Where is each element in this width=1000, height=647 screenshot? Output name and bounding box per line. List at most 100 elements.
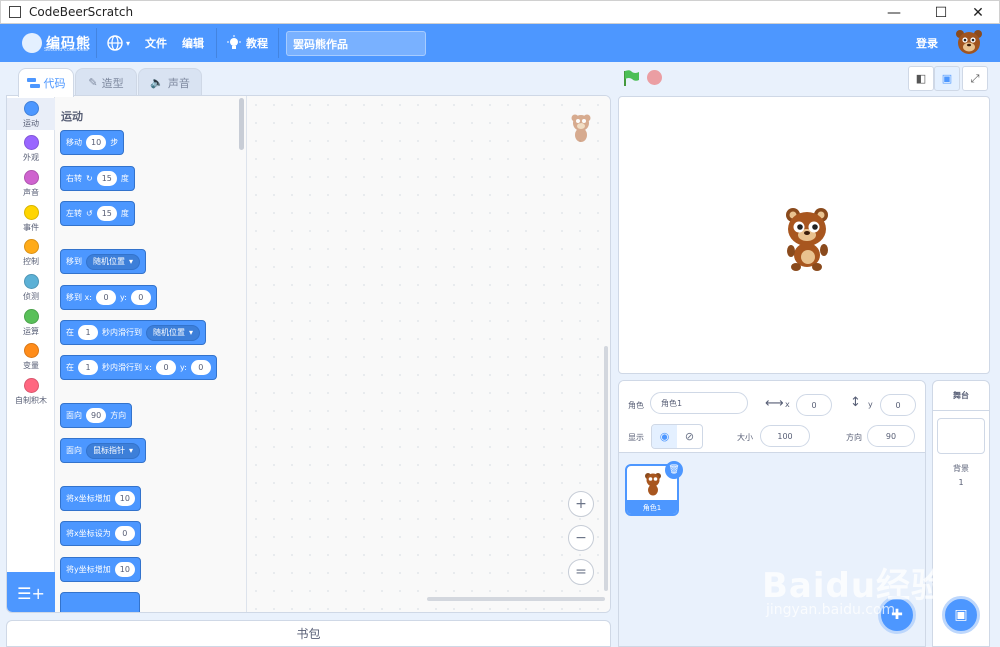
user-avatar[interactable] (955, 28, 983, 56)
rotate-right-icon: ↻ (86, 174, 93, 183)
category-variables[interactable]: 变量 (7, 343, 55, 371)
workspace-horizontal-scrollbar[interactable] (427, 597, 605, 601)
watermark-url: jingyan.baidu.com (766, 602, 896, 618)
block-dropdown[interactable]: 随机位置 (146, 324, 201, 341)
block-input[interactable]: 10 (86, 135, 107, 150)
block-input[interactable]: 0 (155, 360, 176, 375)
block-turn-right[interactable]: 右转 ↻ 15 度 (60, 166, 135, 191)
language-menu[interactable]: ▾ (106, 24, 130, 62)
direction-input[interactable]: 90 (867, 425, 915, 447)
app-icon (9, 6, 21, 18)
category-dot (23, 309, 39, 324)
edit-menu[interactable]: 编辑 (182, 24, 204, 62)
stage-header: ◧ ▣ ⤢ (618, 66, 990, 92)
block-dropdown[interactable]: 鼠标指针 (86, 442, 141, 459)
block-input[interactable]: 10 (114, 491, 135, 506)
trash-icon: 🗑 (668, 465, 680, 475)
project-title-input[interactable]: 罢码熊作品 (286, 31, 426, 56)
tab-sounds[interactable]: 🔈 声音 (138, 68, 202, 96)
minimize-button[interactable]: — (871, 1, 917, 25)
backdrops-count: 1 (958, 478, 964, 487)
show-sprite-button[interactable]: ◉ (652, 425, 677, 448)
paintbrush-icon: ✎ (88, 76, 98, 89)
block-goto-xy[interactable]: 移到 x: 0 y: 0 (60, 285, 157, 310)
block-input[interactable]: 0 (95, 290, 116, 305)
stop-icon[interactable] (647, 70, 662, 85)
block-input[interactable]: 10 (114, 562, 135, 577)
add-extension-button[interactable]: ☰+ (7, 572, 55, 612)
workspace-vertical-scrollbar[interactable] (604, 346, 608, 591)
script-workspace[interactable]: + − = (247, 96, 610, 612)
file-menu[interactable]: 文件 (145, 24, 167, 62)
block-change-y[interactable]: 将y坐标增加 10 (60, 557, 141, 582)
category-operators[interactable]: 运算 (7, 309, 55, 337)
palette-scrollbar[interactable] (239, 98, 244, 150)
menu-divider (278, 28, 279, 58)
tab-costumes[interactable]: ✎ 造型 (75, 68, 137, 96)
sprite-name-label: 角色 (628, 401, 644, 410)
zoom-out-button[interactable]: − (568, 525, 594, 551)
backpack-bar[interactable]: 书包 (6, 620, 611, 647)
backdrop-thumbnail[interactable] (937, 418, 985, 454)
block-move-steps[interactable]: 移动 10 步 (60, 130, 125, 155)
stage[interactable] (618, 96, 990, 374)
size-input[interactable]: 100 (760, 425, 810, 447)
block-input[interactable]: 15 (96, 171, 117, 186)
current-sprite-preview (571, 114, 591, 142)
block-turn-left[interactable]: 左转 ↺ 15 度 (60, 201, 135, 226)
sprite-thumbnail (645, 473, 661, 496)
x-position-input[interactable]: 0 (796, 394, 832, 416)
green-flag-icon[interactable] (622, 69, 640, 87)
category-dot (23, 378, 39, 393)
block-point-towards[interactable]: 面向 鼠标指针 (60, 438, 147, 463)
category-events[interactable]: 事件 (7, 205, 55, 233)
fullscreen-button[interactable]: ⤢ (962, 66, 988, 91)
backdrops-label: 背景 (953, 464, 969, 473)
block-glide-xy[interactable]: 在 1 秒内滑行到 x: 0 y: 0 (60, 355, 217, 380)
tab-code[interactable]: 代码 (18, 68, 74, 97)
block-input[interactable]: 15 (96, 206, 117, 221)
zoom-in-button[interactable]: + (568, 491, 594, 517)
category-looks[interactable]: 外观 (7, 135, 55, 163)
eye-slash-icon: ⊘ (684, 430, 695, 443)
category-my-blocks[interactable]: 自制积木 (7, 378, 55, 406)
tutorials-menu[interactable]: 教程 (226, 24, 268, 62)
chevron-down-icon: ▾ (126, 38, 131, 48)
large-stage-icon: ▣ (941, 72, 953, 85)
window-title: CodeBeerScratch (29, 5, 134, 19)
block-change-x[interactable]: 将x坐标增加 10 (60, 486, 141, 511)
block-input[interactable]: 0 (114, 526, 135, 541)
logo[interactable]: 编码熊 Second code bear (22, 30, 91, 56)
logo-subtext: Second code bear (44, 47, 90, 53)
hide-sprite-button[interactable]: ⊘ (677, 425, 702, 448)
block-set-x[interactable]: 将x坐标设为 0 (60, 521, 141, 546)
block-input[interactable]: 0 (190, 360, 211, 375)
small-stage-icon: ◧ (915, 72, 927, 85)
tab-costumes-label: 造型 (101, 76, 124, 90)
category-dot (23, 205, 39, 220)
close-window-button[interactable]: ✕ (955, 1, 1000, 25)
block-point-direction[interactable]: 面向 90 方向 (60, 403, 133, 428)
category-control[interactable]: 控制 (7, 239, 55, 267)
zoom-reset-button[interactable]: = (568, 559, 594, 585)
block-input[interactable]: 90 (86, 408, 107, 423)
category-sensing[interactable]: 侦测 (7, 274, 55, 302)
category-dot (23, 101, 39, 116)
y-position-input[interactable]: 0 (880, 394, 916, 416)
block-input[interactable]: 0 (130, 290, 151, 305)
login-button[interactable]: 登录 (916, 24, 938, 62)
x-position-icon: ⟷ (765, 396, 784, 411)
small-stage-button[interactable]: ◧ (908, 66, 934, 91)
bear-sprite[interactable] (781, 205, 833, 275)
block-partial[interactable] (60, 592, 140, 612)
category-motion[interactable]: 运动 (7, 98, 55, 130)
block-input[interactable]: 1 (78, 325, 98, 340)
block-dropdown[interactable]: 随机位置 (86, 253, 141, 270)
block-glide[interactable]: 在 1 秒内滑行到 随机位置 (60, 320, 207, 345)
sprite-name-input[interactable]: 角色1 (650, 392, 748, 414)
delete-sprite-button[interactable]: 🗑 (665, 461, 683, 479)
category-sound[interactable]: 声音 (7, 170, 55, 198)
large-stage-button[interactable]: ▣ (934, 66, 960, 91)
block-goto[interactable]: 移到 随机位置 (60, 249, 147, 274)
block-input[interactable]: 1 (78, 360, 98, 375)
